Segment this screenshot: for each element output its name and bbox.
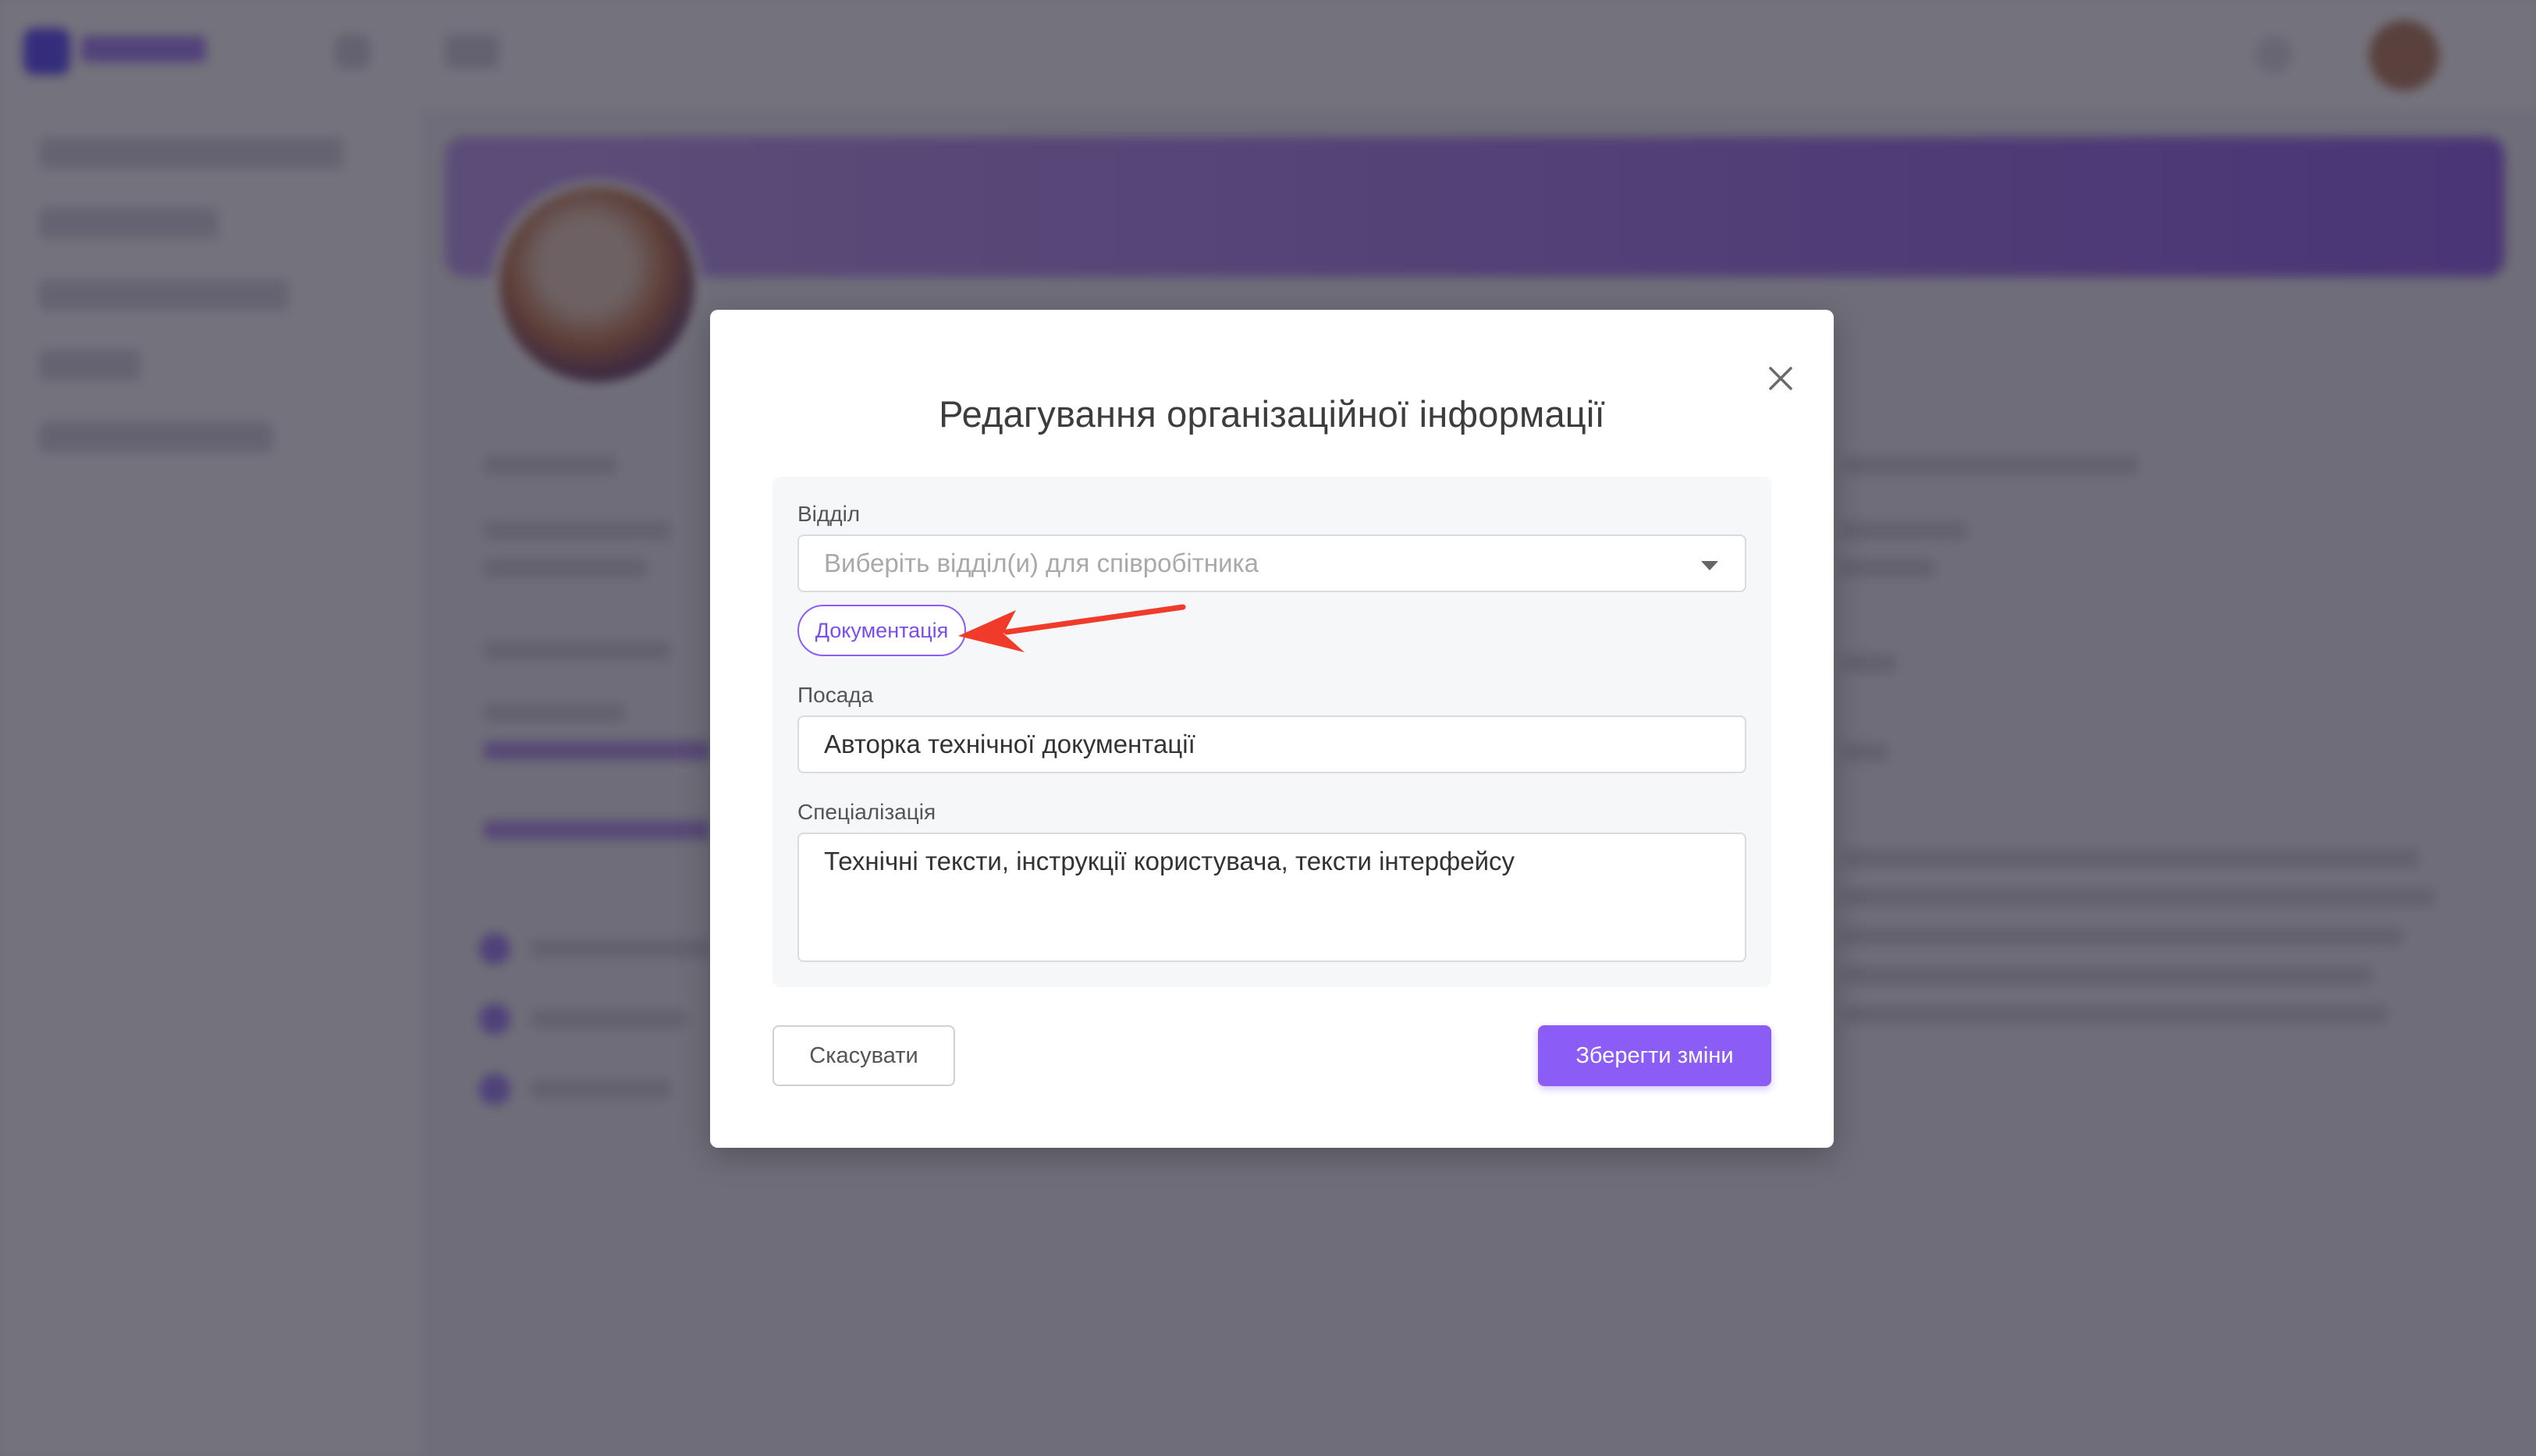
close-icon — [1767, 365, 1794, 396]
department-tag[interactable]: Документація — [797, 605, 966, 656]
chevron-down-icon — [1701, 561, 1718, 570]
specialization-label: Спеціалізація — [797, 800, 936, 824]
position-input[interactable] — [797, 716, 1746, 773]
department-select-placeholder: Виберіть відділ(и) для співробітника — [824, 549, 1259, 577]
specialization-textarea[interactable]: Технічні тексти, інструкції користувача,… — [797, 833, 1746, 962]
position-label: Посада — [797, 683, 874, 707]
save-button[interactable]: Зберегти зміни — [1538, 1025, 1771, 1086]
department-label: Відділ — [797, 502, 861, 526]
edit-org-info-dialog: Редагування організаційної інформації Ві… — [710, 310, 1834, 1148]
dialog-title: Редагування організаційної інформації — [939, 393, 1605, 435]
department-select[interactable]: Виберіть відділ(и) для співробітника — [797, 534, 1746, 592]
cancel-button[interactable]: Скасувати — [773, 1025, 955, 1086]
form-panel: Відділ Виберіть відділ(и) для співробітн… — [773, 477, 1771, 987]
